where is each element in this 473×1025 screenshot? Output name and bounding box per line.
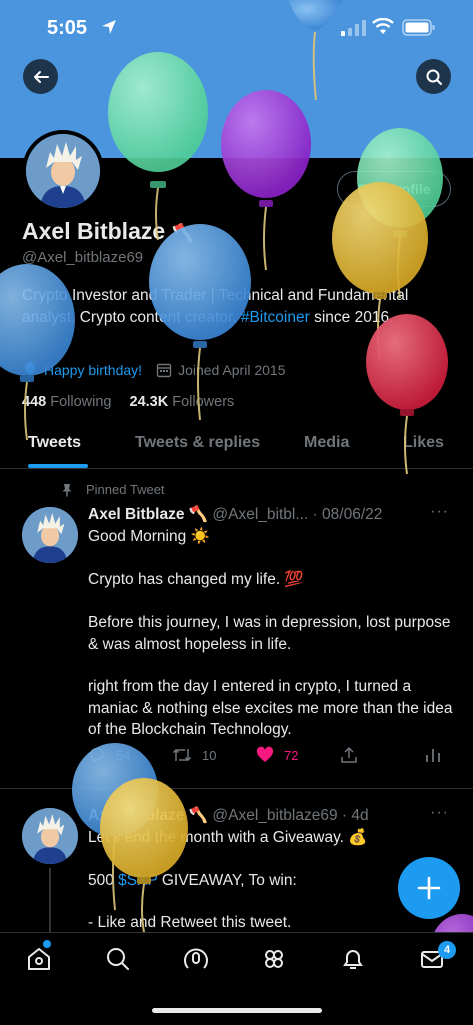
tweet-line: Before this journey, I was in depression…: [88, 614, 451, 653]
followers-count: 24.3K: [129, 394, 169, 410]
heart-icon: [256, 746, 274, 762]
tweet-text: GIVEAWAY, To win:: [157, 872, 297, 889]
status-time: 5:05: [47, 17, 88, 39]
axe-emoji: 🪓: [171, 223, 194, 243]
status-bar: 5:05: [0, 0, 473, 58]
calendar-icon: [156, 363, 172, 378]
tweet-avatar[interactable]: [22, 808, 78, 864]
bio-text-end: since 2016.: [309, 309, 394, 326]
tweet-actions: 54 10 72: [88, 746, 448, 768]
home-indicator: [152, 1008, 322, 1013]
balloon-yellow-1: [332, 182, 428, 361]
tab-tweets-replies[interactable]: Tweets & replies: [135, 434, 260, 452]
tweet-more-button[interactable]: ···: [430, 503, 449, 521]
following-label: Following: [50, 394, 112, 410]
messages-badge: 4: [438, 941, 456, 959]
reply-button[interactable]: 54: [88, 746, 130, 764]
share-icon: [341, 746, 357, 763]
pinned-label: Pinned Tweet: [60, 482, 165, 497]
reply-count: 54: [116, 747, 131, 763]
pinned-label-text: Pinned Tweet: [86, 482, 165, 497]
tweet-header: Axel Bitblaze 🪓 @Axel_bitbl... · 08/06/2…: [88, 505, 382, 524]
edit-profile-button[interactable]: Edit profile: [337, 171, 451, 207]
active-tab-indicator: [28, 464, 88, 468]
search-icon[interactable]: [105, 946, 131, 972]
profile-bio: Crypto Investor and Trader | Technical a…: [22, 285, 442, 329]
avatar-illustration: [22, 507, 78, 563]
tweet-more-button[interactable]: ···: [430, 804, 449, 822]
tweet-line: Let's end the month with a Giveaway. 💰: [88, 829, 368, 846]
following-link[interactable]: 448 Following: [22, 394, 111, 410]
wifi-icon: [372, 18, 394, 34]
tweet-text: 500: [88, 872, 119, 889]
tweet-divider: [0, 788, 473, 789]
home-new-dot: [43, 940, 51, 948]
followers-link[interactable]: 24.3K Followers: [130, 394, 235, 410]
cellular-signal-icon: [341, 20, 366, 36]
retweet-count: 10: [202, 747, 217, 763]
profile-tabs: Tweets Tweets & replies Media Likes: [0, 424, 473, 469]
location-arrow-icon: [102, 20, 116, 34]
spaces-icon[interactable]: [183, 946, 209, 972]
profile-name-text: Axel Bitblaze: [22, 218, 166, 244]
following-count: 448: [22, 394, 47, 410]
profile-avatar[interactable]: [22, 130, 104, 212]
back-arrow-icon: [33, 70, 49, 83]
tab-tweets[interactable]: Tweets: [28, 434, 81, 452]
tweet-author-name[interactable]: Axel Bitblaze 🪓: [88, 807, 208, 824]
tweet-handle-date: @Axel_bitbl... · 08/06/22: [212, 506, 383, 523]
communities-icon[interactable]: [261, 946, 287, 972]
tweet-header: Axel Bitblaze 🪓 @Axel_bitblaze69 · 4d: [88, 806, 369, 825]
share-button[interactable]: [340, 746, 358, 764]
joined-date: Joined April 2015: [178, 362, 286, 378]
cashtag-link[interactable]: $SXP: [118, 872, 157, 889]
compose-tweet-button[interactable]: [398, 857, 460, 919]
balloon-yellow-2: [100, 778, 188, 933]
tab-likes[interactable]: Likes: [403, 434, 444, 452]
birthday-text: Happy birthday!: [44, 362, 143, 378]
search-icon: [426, 69, 442, 85]
follow-counts: 448 Following 24.3K Followers: [22, 394, 234, 410]
tab-media[interactable]: Media: [304, 434, 349, 452]
tweet-line: right from the day I entered in crypto, …: [88, 678, 453, 738]
tweet-line: Crypto has changed my life. 💯: [88, 571, 304, 588]
tweet-line: - Like and Retweet this tweet.: [88, 914, 292, 931]
balloon-icon: [25, 362, 35, 378]
tweet-author-name[interactable]: Axel Bitblaze 🪓: [88, 506, 208, 523]
search-button[interactable]: [416, 59, 451, 94]
pin-icon: [62, 483, 72, 496]
like-button[interactable]: 72: [256, 746, 298, 764]
analytics-button[interactable]: [424, 746, 442, 764]
back-button[interactable]: [23, 59, 58, 94]
profile-handle: @Axel_bitblaze69: [22, 249, 144, 266]
like-count: 72: [284, 747, 299, 763]
thread-line: [49, 868, 51, 932]
compose-plus-icon: [417, 876, 441, 900]
bio-hashtag-link[interactable]: #Bitcoiner: [241, 309, 310, 326]
followers-label: Followers: [172, 394, 235, 410]
profile-meta: Happy birthday! Joined April 2015: [22, 362, 285, 378]
profile-name: Axel Bitblaze 🪓: [22, 218, 194, 245]
retweet-icon: [172, 748, 192, 762]
avatar-illustration: [26, 134, 100, 208]
home-icon[interactable]: [26, 946, 52, 972]
avatar-illustration: [22, 808, 78, 864]
tweet-avatar[interactable]: [22, 507, 78, 563]
retweet-button[interactable]: 10: [172, 746, 216, 764]
tweet-line: Good Morning ☀️: [88, 528, 210, 545]
battery-icon: [402, 19, 435, 36]
tweet-handle-date: @Axel_bitblaze69 · 4d: [212, 807, 369, 824]
analytics-icon: [426, 749, 440, 762]
reply-icon: [90, 747, 104, 764]
bell-icon[interactable]: [340, 946, 366, 972]
